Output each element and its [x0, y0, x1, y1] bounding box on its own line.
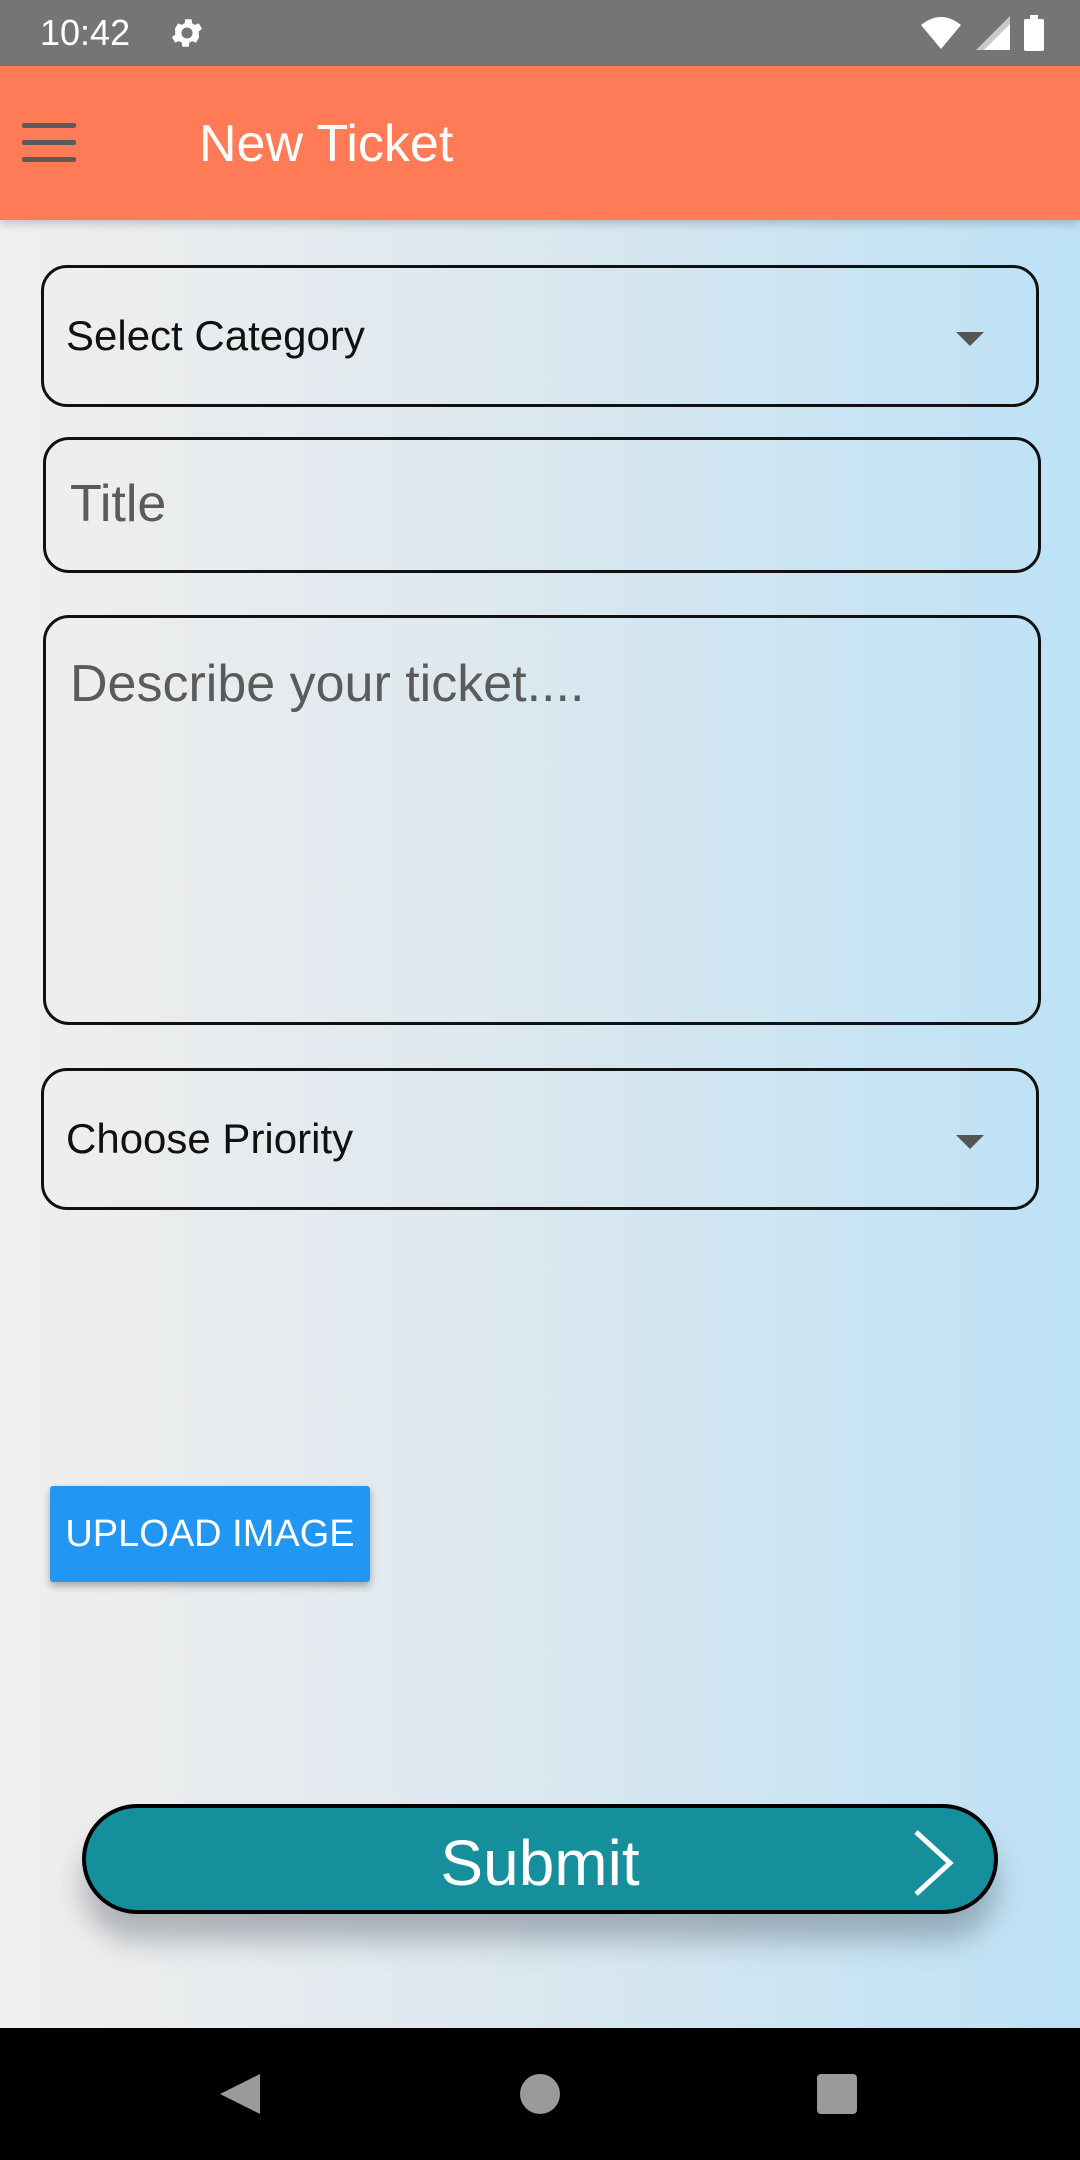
description-input[interactable]: Describe your ticket....	[43, 615, 1041, 1025]
submit-button[interactable]: Submit	[82, 1804, 998, 1914]
home-icon[interactable]	[520, 2074, 560, 2114]
priority-select-label: Choose Priority	[66, 1115, 354, 1162]
chevron-down-icon	[956, 1135, 984, 1149]
submit-label: Submit	[440, 1827, 640, 1899]
menu-icon[interactable]	[22, 123, 76, 163]
priority-select[interactable]: Choose Priority	[41, 1068, 1039, 1210]
upload-image-button[interactable]: UPLOAD IMAGE	[50, 1486, 370, 1582]
app-bar: New Ticket	[0, 66, 1080, 220]
gear-icon	[171, 19, 203, 47]
title-placeholder: Title	[70, 475, 167, 533]
category-select[interactable]: Select Category	[41, 265, 1039, 407]
status-time: 10:42	[40, 12, 131, 53]
battery-icon	[1024, 15, 1044, 51]
status-icons	[920, 14, 1044, 52]
recent-apps-icon[interactable]	[817, 2074, 857, 2114]
wifi-icon	[921, 17, 961, 49]
ticket-form: Select Category Title Describe your tick…	[0, 220, 1080, 2028]
back-icon[interactable]	[218, 2072, 262, 2116]
category-select-label: Select Category	[66, 312, 365, 359]
status-bar: 10:42	[0, 0, 1080, 66]
page-title: New Ticket	[199, 115, 454, 173]
system-nav-bar	[0, 2028, 1080, 2160]
chevron-right-icon	[914, 1830, 954, 1896]
description-placeholder: Describe your ticket....	[70, 655, 585, 713]
signal-icon	[976, 16, 1010, 50]
title-input[interactable]: Title	[43, 437, 1041, 573]
chevron-down-icon	[956, 332, 984, 346]
